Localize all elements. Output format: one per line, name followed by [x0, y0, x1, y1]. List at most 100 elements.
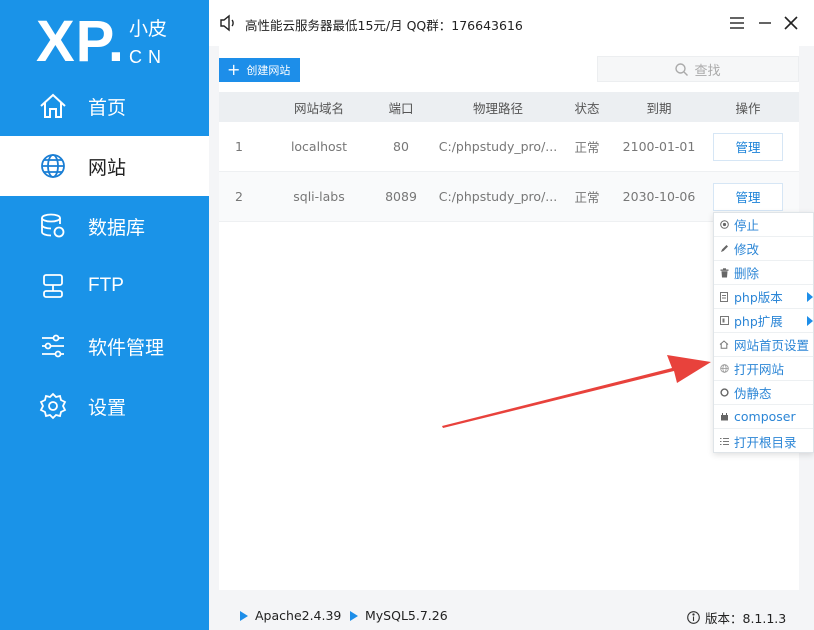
sidebar-item-label: 设置 — [88, 396, 127, 419]
pencil-icon — [719, 244, 729, 254]
globe-small-icon — [719, 364, 729, 374]
sidebar-item-website[interactable]: 网站 — [0, 136, 209, 196]
menu-item-label: 打开根目录 — [734, 434, 797, 450]
create-website-button[interactable]: + 创建网站 — [219, 58, 300, 82]
menu-item-delete[interactable]: 删除 — [714, 261, 813, 285]
menu-item-php-version[interactable]: php版本 — [714, 285, 813, 309]
promo-notice[interactable]: 高性能云服务器最低15元/月 QQ群：176643616 — [245, 15, 523, 34]
col-status: 状态 — [574, 100, 600, 116]
row-path: C:/phpstudy_pro/... — [438, 139, 558, 154]
sidebar-item-home[interactable]: 首页 — [0, 76, 209, 136]
rewrite-icon — [719, 388, 729, 398]
logo-line2: CN — [129, 47, 167, 67]
submenu-arrow-icon — [807, 291, 813, 302]
speaker-icon — [219, 14, 237, 32]
website-table: 网站域名 端口 物理路径 状态 到期 操作 1 localhost 80 C:/… — [219, 92, 799, 222]
document-icon — [719, 291, 729, 302]
search-icon — [675, 62, 689, 76]
database-icon — [38, 211, 68, 241]
stop-icon — [719, 220, 729, 230]
row-action-cell: 管理 — [713, 122, 783, 171]
menu-item-composer[interactable]: composer — [714, 405, 813, 429]
sidebar: XP. 小皮 CN 首页 网站 数据库 FTP 软件管理 设置 — [0, 0, 209, 630]
minimize-icon[interactable] — [755, 13, 775, 33]
menu-item-open-website[interactable]: 打开网站 — [714, 357, 813, 381]
globe-icon — [38, 151, 68, 181]
sidebar-item-label: 首页 — [88, 96, 127, 119]
menu-item-label: 修改 — [734, 242, 760, 257]
row-index: 2 — [235, 189, 243, 204]
sidebar-item-label: 数据库 — [88, 216, 146, 239]
menu-item-label: php版本 — [734, 290, 783, 305]
row-status: 正常 — [574, 190, 600, 205]
row-status: 正常 — [574, 140, 600, 155]
menu-item-label: 网站首页设置 — [734, 338, 810, 353]
row-domain: sqli-labs — [293, 189, 345, 204]
logo-xp: XP. — [36, 9, 126, 74]
menu-item-php-extension[interactable]: php扩展 — [714, 309, 813, 333]
table-row[interactable]: 2 sqli-labs 8089 C:/phpstudy_pro/... 正常 … — [219, 172, 799, 222]
search-input[interactable]: 查找 — [597, 56, 799, 82]
home-icon — [38, 91, 68, 121]
info-icon — [687, 611, 700, 624]
manage-button[interactable]: 管理 — [713, 132, 783, 161]
trash-icon — [719, 267, 729, 278]
col-path: 物理路径 — [472, 100, 523, 116]
menu-item-open-root[interactable]: 打开根目录 — [714, 429, 813, 453]
row-domain: localhost — [290, 139, 348, 154]
menu-item-homepage-settings[interactable]: 网站首页设置 — [714, 333, 813, 357]
sliders-icon — [38, 331, 68, 361]
sidebar-nav: 首页 网站 数据库 FTP 软件管理 设置 — [0, 76, 209, 436]
manage-context-menu: 停止 修改 删除 php版本 php扩展 网站首页设置 打开网站 伪静态 com… — [713, 212, 814, 453]
col-action: 操作 — [735, 100, 761, 116]
sidebar-item-ftp[interactable]: FTP — [0, 256, 209, 316]
menu-item-label: 删除 — [734, 266, 760, 281]
logo-line1: 小皮 — [129, 18, 168, 40]
homepage-icon — [719, 340, 729, 350]
menu-item-label: 伪静态 — [734, 386, 772, 401]
manage-button[interactable]: 管理 — [713, 182, 783, 211]
menu-item-label: php扩展 — [734, 314, 783, 329]
sidebar-item-database[interactable]: 数据库 — [0, 196, 209, 256]
sidebar-item-label: FTP — [88, 275, 124, 296]
sidebar-item-software[interactable]: 软件管理 — [0, 316, 209, 376]
row-port: 80 — [393, 139, 409, 154]
status-bar: Apache2.4.39 MySQL5.7.26 版本：8.1.1.3 — [209, 598, 814, 630]
mysql-status[interactable]: MySQL5.7.26 — [350, 608, 448, 623]
col-port: 端口 — [388, 100, 414, 116]
row-port: 8089 — [385, 189, 417, 204]
version-info: 版本：8.1.1.3 — [687, 608, 786, 627]
col-expire: 到期 — [646, 100, 672, 116]
sidebar-item-label: 软件管理 — [88, 336, 165, 359]
gear-icon — [38, 391, 68, 421]
play-icon — [240, 610, 248, 621]
col-domain: 网站域名 — [293, 100, 344, 116]
sidebar-item-settings[interactable]: 设置 — [0, 376, 209, 436]
ftp-server-icon — [38, 271, 68, 301]
submenu-arrow-icon — [807, 315, 813, 326]
row-path: C:/phpstudy_pro/... — [438, 189, 558, 204]
menu-item-label: composer — [734, 409, 796, 424]
app-logo: XP. 小皮 CN — [36, 10, 196, 76]
composer-icon — [719, 412, 729, 422]
menu-item-edit[interactable]: 修改 — [714, 237, 813, 261]
table-header: 网站域名 端口 物理路径 状态 到期 操作 — [219, 92, 799, 122]
apache-status[interactable]: Apache2.4.39 — [240, 608, 341, 623]
play-icon — [350, 610, 358, 621]
menu-item-label: 打开网站 — [734, 362, 785, 377]
row-expire: 2030-10-06 — [622, 189, 696, 204]
row-expire: 2100-01-01 — [622, 139, 696, 154]
search-placeholder: 查找 — [694, 63, 721, 79]
menu-item-rewrite[interactable]: 伪静态 — [714, 381, 813, 405]
close-icon[interactable] — [781, 13, 801, 33]
website-content: + 创建网站 查找 网站域名 端口 物理路径 状态 到期 操作 1 localh… — [219, 46, 799, 590]
create-website-label: 创建网站 — [246, 64, 291, 77]
sidebar-item-label: 网站 — [88, 156, 127, 179]
apache-label: Apache2.4.39 — [255, 608, 342, 623]
menu-item-stop[interactable]: 停止 — [714, 213, 813, 237]
table-row[interactable]: 1 localhost 80 C:/phpstudy_pro/... 正常 21… — [219, 122, 799, 172]
menu-icon[interactable] — [727, 13, 747, 33]
version-label: 版本：8.1.1.3 — [705, 611, 787, 626]
row-index: 1 — [235, 139, 243, 154]
mysql-label: MySQL5.7.26 — [365, 608, 448, 623]
